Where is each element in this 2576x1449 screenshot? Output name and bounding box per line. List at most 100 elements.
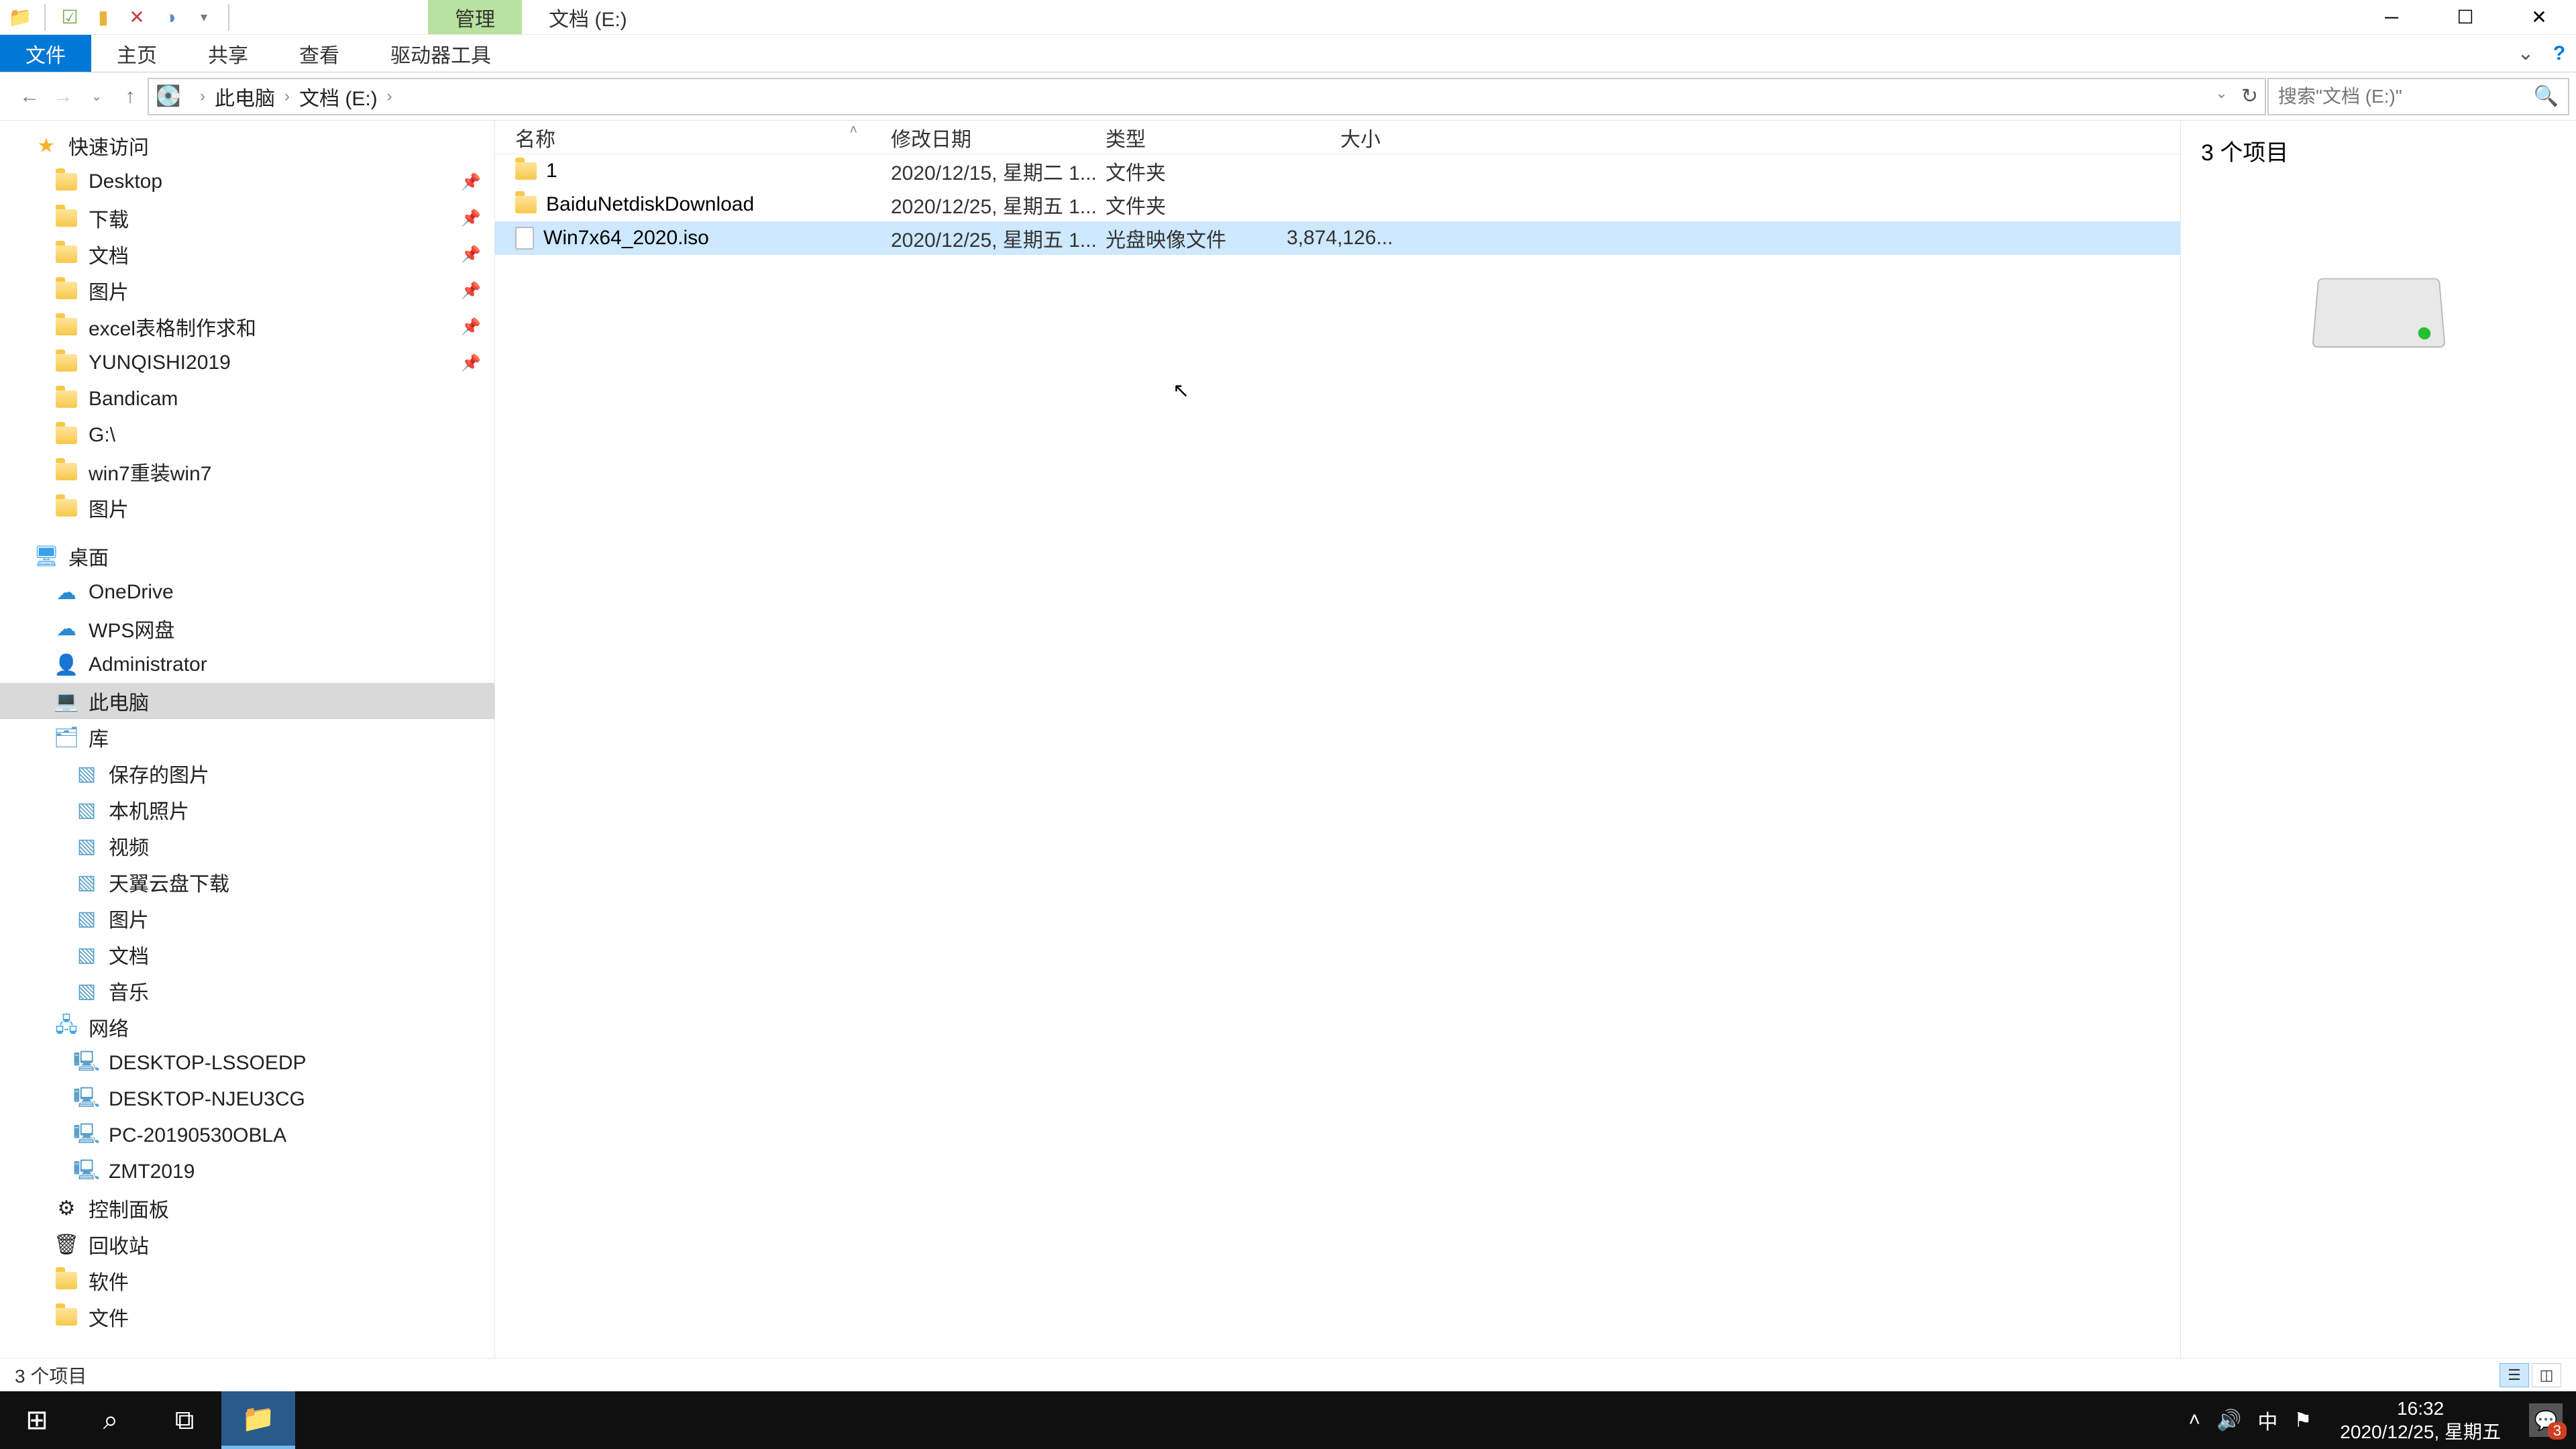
sidebar-library-item[interactable]: ▧文档 bbox=[0, 936, 494, 973]
start-button[interactable]: ⊞ bbox=[0, 1391, 74, 1449]
forward-button[interactable]: → bbox=[47, 80, 79, 113]
tree-label: win7重装win7 bbox=[89, 457, 211, 486]
tree-label: YUNQISHI2019 bbox=[89, 352, 231, 374]
nav-bar: ← → ⌄ ↑ 💽 › 此电脑 › 文档 (E:) › ⌄ ↻ 🔍 bbox=[0, 72, 2576, 121]
ime-indicator[interactable]: 中 bbox=[2257, 1405, 2277, 1435]
sidebar-quick-item[interactable]: YUNQISHI2019📌 bbox=[0, 345, 494, 381]
tree-onedrive[interactable]: ☁OneDrive bbox=[0, 574, 494, 610]
qat-dropdown-icon[interactable]: ▾ bbox=[191, 4, 217, 31]
tree-control-panel[interactable]: ⚙控制面板 bbox=[0, 1190, 494, 1226]
tree-label: PC-20190530OBLA bbox=[109, 1124, 286, 1147]
tree-files[interactable]: 文件 bbox=[0, 1299, 494, 1335]
action-center-button[interactable]: 💬 bbox=[2529, 1403, 2563, 1437]
sidebar-quick-item[interactable]: 文档📌 bbox=[0, 236, 494, 272]
qat-properties-icon[interactable]: ☑ bbox=[56, 4, 83, 31]
sidebar-library-item[interactable]: ▧视频 bbox=[0, 828, 494, 864]
file-row[interactable]: Win7x64_2020.iso2020/12/25, 星期五 1...光盘映像… bbox=[495, 221, 2180, 255]
address-bar[interactable]: 💽 › 此电脑 › 文档 (E:) › ⌄ ↻ bbox=[148, 78, 2266, 115]
chevron-right-icon[interactable]: › bbox=[284, 87, 290, 106]
navigation-pane[interactable]: ★快速访问 Desktop📌下载📌文档📌图片📌excel表格制作求和📌YUNQI… bbox=[0, 121, 495, 1358]
tree-software[interactable]: 软件 bbox=[0, 1263, 494, 1299]
search-input[interactable] bbox=[2278, 86, 2527, 107]
file-row[interactable]: 12020/12/15, 星期二 1...文件夹 bbox=[495, 154, 2180, 188]
taskbar-clock[interactable]: 16:32 2020/12/25, 星期五 bbox=[2328, 1397, 2513, 1444]
sidebar-network-item[interactable]: 🖳PC-20190530OBLA bbox=[0, 1118, 494, 1154]
breadcrumb-root[interactable]: 此电脑 bbox=[215, 82, 275, 111]
library-icon: 🗂 bbox=[54, 724, 79, 750]
tree-user[interactable]: 👤Administrator bbox=[0, 647, 494, 683]
sidebar-quick-item[interactable]: 图片📌 bbox=[0, 272, 494, 309]
sidebar-library-item[interactable]: ▧本机照片 bbox=[0, 792, 494, 828]
sidebar-quick-item[interactable]: win7重装win7 bbox=[0, 453, 494, 490]
sidebar-library-item[interactable]: ▧保存的图片 bbox=[0, 755, 494, 792]
taskbar-search-icon[interactable]: ⌕ bbox=[74, 1391, 148, 1449]
tree-network[interactable]: 🖧网络 bbox=[0, 1009, 494, 1045]
tree-label: 视频 bbox=[109, 831, 149, 861]
sidebar-quick-item[interactable]: Bandicam bbox=[0, 381, 494, 417]
maximize-button[interactable]: ☐ bbox=[2428, 0, 2502, 35]
qat-delete-icon[interactable]: ✕ bbox=[123, 4, 150, 31]
tree-desktop-root[interactable]: 🖥桌面 bbox=[0, 538, 494, 574]
file-list[interactable]: 12020/12/15, 星期二 1...文件夹BaiduNetdiskDown… bbox=[495, 154, 2180, 1358]
recent-dropdown-icon[interactable]: ⌄ bbox=[80, 80, 113, 113]
tree-label: 天翼云盘下载 bbox=[109, 867, 229, 897]
file-type: 光盘映像文件 bbox=[1106, 223, 1287, 253]
tree-quick-access[interactable]: ★快速访问 bbox=[0, 127, 494, 164]
sidebar-library-item[interactable]: ▧图片 bbox=[0, 900, 494, 936]
file-row[interactable]: BaiduNetdiskDownload2020/12/25, 星期五 1...… bbox=[495, 188, 2180, 221]
sidebar-quick-item[interactable]: Desktop📌 bbox=[0, 164, 494, 200]
column-header-size[interactable]: 大小 bbox=[1287, 123, 1394, 152]
security-icon[interactable]: ⚑ bbox=[2294, 1409, 2312, 1432]
qat-newfolder-icon[interactable]: ▮ bbox=[90, 4, 117, 31]
minimize-button[interactable]: ─ bbox=[2355, 0, 2428, 35]
sidebar-quick-item[interactable]: G:\ bbox=[0, 417, 494, 453]
qat-rename-icon[interactable]: ◑ bbox=[157, 4, 184, 31]
sidebar-quick-item[interactable]: 图片 bbox=[0, 490, 494, 526]
address-dropdown-icon[interactable]: ⌄ bbox=[2215, 85, 2227, 108]
contextual-tab-manage[interactable]: 管理 bbox=[428, 0, 522, 34]
back-button[interactable]: ← bbox=[13, 80, 46, 113]
tree-libraries[interactable]: 🗂库 bbox=[0, 719, 494, 755]
column-header-type[interactable]: 类型 bbox=[1106, 123, 1287, 152]
sidebar-quick-item[interactable]: 下载📌 bbox=[0, 200, 494, 236]
sidebar-network-item[interactable]: 🖳DESKTOP-NJEU3CG bbox=[0, 1081, 494, 1118]
close-button[interactable]: ✕ bbox=[2502, 0, 2576, 35]
tree-this-pc[interactable]: 💻此电脑 bbox=[0, 683, 494, 719]
tree-recycle[interactable]: 🗑回收站 bbox=[0, 1226, 494, 1263]
tree-label: 图片 bbox=[109, 904, 149, 933]
view-details-button[interactable]: ☰ bbox=[2500, 1363, 2529, 1387]
ribbon-tab-home[interactable]: 主页 bbox=[91, 35, 182, 72]
ribbon-collapse-icon[interactable]: ⌄ bbox=[2509, 35, 2542, 72]
taskbar-app-explorer[interactable]: 📁 bbox=[221, 1391, 295, 1449]
sidebar-network-item[interactable]: 🖳DESKTOP-LSSOEDP bbox=[0, 1045, 494, 1081]
chevron-right-icon[interactable]: › bbox=[200, 87, 205, 106]
up-button[interactable]: ↑ bbox=[114, 80, 146, 113]
library-item-icon: ▧ bbox=[74, 797, 99, 822]
ribbon-tab-drivetools[interactable]: 驱动器工具 bbox=[365, 35, 517, 72]
tree-label: 文档 bbox=[109, 940, 149, 969]
desktop-icon: 🖥 bbox=[34, 543, 59, 569]
view-icons-button[interactable]: ◫ bbox=[2532, 1363, 2561, 1387]
sidebar-library-item[interactable]: ▧天翼云盘下载 bbox=[0, 864, 494, 900]
ribbon-tab-view[interactable]: 查看 bbox=[274, 35, 365, 72]
ribbon-tab-share[interactable]: 共享 bbox=[182, 35, 274, 72]
column-header-date[interactable]: 修改日期 bbox=[891, 123, 1106, 152]
quick-access-toolbar: 📁 ☑ ▮ ✕ ◑ ▾ bbox=[0, 4, 240, 31]
search-icon[interactable]: 🔍 bbox=[2534, 85, 2559, 108]
help-icon[interactable]: ? bbox=[2542, 35, 2576, 72]
volume-icon[interactable]: 🔊 bbox=[2216, 1409, 2241, 1432]
column-header-name[interactable]: 名称˄ bbox=[495, 123, 891, 152]
tree-wps[interactable]: ☁WPS网盘 bbox=[0, 610, 494, 647]
breadcrumb-current[interactable]: 文档 (E:) bbox=[299, 82, 378, 111]
task-view-button[interactable]: ⧉ bbox=[148, 1391, 221, 1449]
sidebar-library-item[interactable]: ▧音乐 bbox=[0, 973, 494, 1009]
ribbon-tab-file[interactable]: 文件 bbox=[0, 35, 91, 72]
tray-overflow-icon[interactable]: ˄ bbox=[2189, 1409, 2201, 1432]
pin-icon: 📌 bbox=[461, 281, 481, 301]
search-box[interactable]: 🔍 bbox=[2267, 78, 2569, 115]
chevron-right-icon[interactable]: › bbox=[387, 87, 392, 106]
sidebar-network-item[interactable]: 🖳ZMT2019 bbox=[0, 1154, 494, 1190]
sidebar-quick-item[interactable]: excel表格制作求和📌 bbox=[0, 309, 494, 345]
refresh-icon[interactable]: ↻ bbox=[2241, 85, 2258, 108]
folder-icon bbox=[54, 1304, 79, 1330]
